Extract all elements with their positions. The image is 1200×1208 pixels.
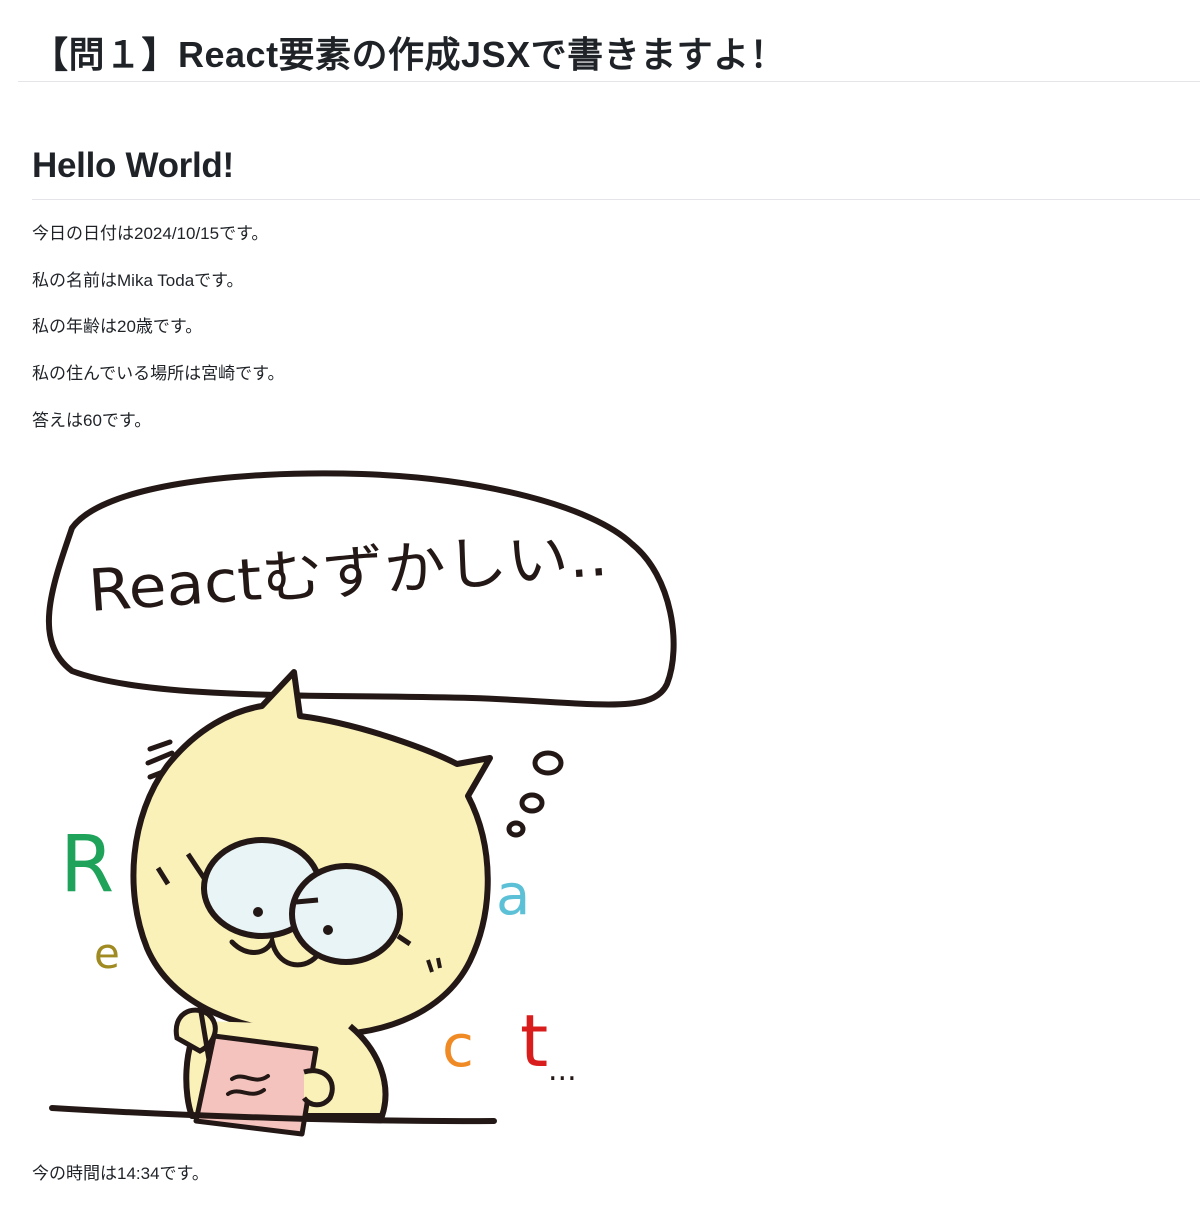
time-text: 今の時間は14:34です。 <box>32 1164 209 1183</box>
section-divider <box>32 199 1200 200</box>
cat-hand <box>173 1007 218 1054</box>
letter-e: e <box>94 929 120 978</box>
left-eye <box>253 907 263 917</box>
page-title: 【問１】React要素の作成JSXで書きますよ！ <box>32 34 787 75</box>
place-text: 私の住んでいる場所は宮崎です。 <box>32 364 285 383</box>
age-text: 私の年齢は20歳です。 <box>32 317 203 336</box>
letter-t: t <box>520 999 548 1083</box>
date-text: 今日の日付は2024/10/15です。 <box>32 224 269 243</box>
letters-ellipsis: ... <box>548 1053 577 1088</box>
letter-a: a <box>496 863 530 928</box>
letter-r: R <box>60 820 114 910</box>
thought-bubbles <box>506 750 564 838</box>
answer-text: 答えは60です。 <box>32 411 152 430</box>
right-eye <box>323 925 333 935</box>
page-header: 【問１】React要素の作成JSXで書きますよ！ <box>18 0 1200 82</box>
section-heading: Hello World! <box>32 146 234 185</box>
cat-head <box>130 669 493 1038</box>
name-text: 私の名前はMika Todaです。 <box>32 271 244 290</box>
letter-c: c <box>442 1012 474 1080</box>
react-cat-illustration: Reactむずかしい.. R e a c t ... <box>45 470 677 1137</box>
other-hand <box>302 1068 335 1108</box>
